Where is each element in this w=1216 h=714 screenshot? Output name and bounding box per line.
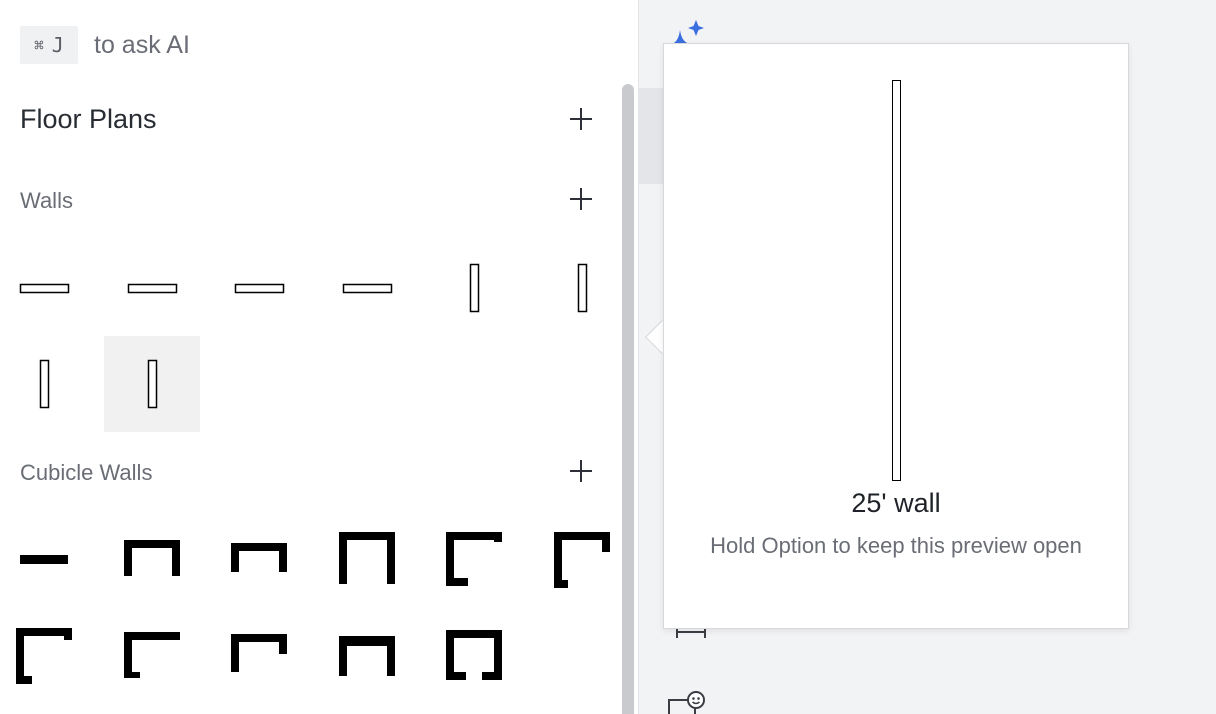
add-cubicle-walls-plus-icon[interactable] — [566, 456, 596, 486]
cubicle-wall-shape[interactable] — [319, 608, 415, 704]
cubicle-wall-shape[interactable] — [104, 608, 200, 704]
wall-shape[interactable] — [319, 240, 415, 336]
cubicle-wall-shape[interactable] — [0, 608, 92, 704]
ask-ai-text: to ask AI — [94, 30, 190, 59]
cubicle-wall-shape[interactable] — [0, 512, 92, 608]
cubicle-wall-shape[interactable] — [426, 512, 522, 608]
face-sticker-icon[interactable] — [664, 690, 710, 714]
library-scrollbar[interactable] — [622, 84, 634, 714]
keyboard-shortcut-chip: ⌘ J — [20, 26, 78, 64]
cubicle-wall-shape[interactable] — [319, 512, 415, 608]
wall-shape-selected[interactable] — [104, 336, 200, 432]
ask-ai-hint[interactable]: ⌘ J to ask AI — [20, 26, 190, 64]
cubicle-wall-shape[interactable] — [426, 608, 522, 704]
cubicle-wall-shape[interactable] — [211, 608, 307, 704]
section-title-walls: Walls — [20, 188, 73, 213]
wall-shape[interactable] — [104, 240, 200, 336]
wall-shape[interactable] — [0, 240, 92, 336]
wall-shape[interactable] — [426, 240, 522, 336]
cubicle-wall-shape[interactable] — [104, 512, 200, 608]
command-key-icon: ⌘ — [34, 35, 44, 55]
cubicle-wall-shape[interactable] — [211, 512, 307, 608]
shape-preview-popover: 25' wall Hold Option to keep this previe… — [663, 43, 1129, 629]
preview-hint-text: Hold Option to keep this preview open — [710, 533, 1082, 558]
wall-shape[interactable] — [534, 240, 630, 336]
wall-shape[interactable] — [211, 240, 307, 336]
shortcut-letter: J — [51, 33, 64, 57]
cubicle-wall-shape[interactable] — [534, 512, 630, 608]
wall-shape[interactable] — [0, 336, 92, 432]
section-title-cubicle-walls: Cubicle Walls — [20, 460, 153, 485]
add-walls-plus-icon[interactable] — [566, 184, 596, 214]
library-title: Floor Plans — [20, 104, 157, 134]
preview-shape-name: 25' wall — [851, 488, 941, 518]
shape-library-panel: ⌘ J to ask AI Floor Plans Walls Cubicle … — [0, 0, 638, 714]
add-library-plus-icon[interactable] — [566, 104, 596, 134]
wall-preview-shape — [892, 80, 901, 481]
